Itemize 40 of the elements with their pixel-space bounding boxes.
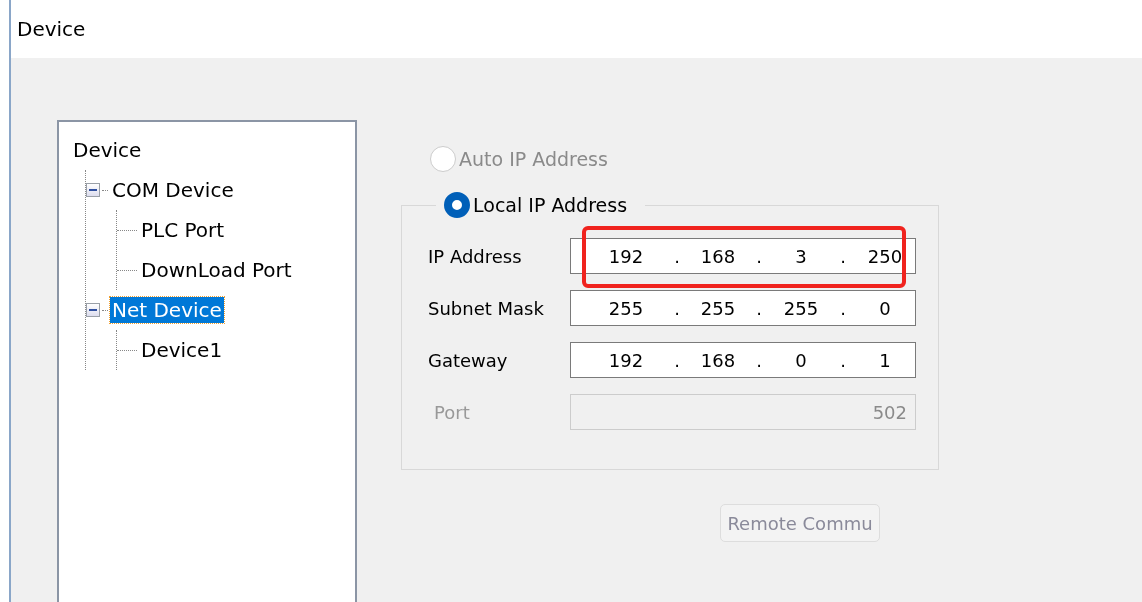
tree-item[interactable]: Net Device bbox=[110, 297, 224, 323]
separator: . bbox=[673, 245, 681, 267]
tree-item[interactable]: Device1 bbox=[139, 337, 225, 363]
octet: 0 bbox=[878, 297, 892, 319]
tree-item[interactable]: PLC Port bbox=[139, 217, 227, 243]
collapse-icon[interactable] bbox=[86, 183, 100, 197]
octet: 255 bbox=[607, 297, 645, 319]
ip-address-field[interactable]: 192 . 168 . 0 . 1 bbox=[570, 342, 916, 378]
octet: 192 bbox=[607, 245, 645, 267]
octet: 255 bbox=[699, 297, 737, 319]
separator: . bbox=[755, 349, 763, 371]
radio-label: Auto IP Address bbox=[459, 148, 608, 170]
window-title: Device bbox=[17, 17, 86, 41]
ip-address-field[interactable]: 255 . 255 . 255 . 0 bbox=[570, 290, 916, 326]
octet: 250 bbox=[866, 245, 904, 267]
separator: . bbox=[755, 245, 763, 267]
field-label: Port bbox=[433, 401, 471, 423]
separator: . bbox=[839, 245, 847, 267]
field-label: Gateway bbox=[428, 349, 509, 371]
separator: . bbox=[673, 297, 681, 319]
separator: . bbox=[839, 349, 847, 371]
octet: 168 bbox=[699, 245, 737, 267]
tree-item[interactable]: DownLoad Port bbox=[139, 257, 294, 283]
octet: 168 bbox=[699, 349, 737, 371]
tree-item[interactable]: Device bbox=[71, 137, 144, 163]
octet: 192 bbox=[607, 349, 645, 371]
octet: 0 bbox=[794, 349, 808, 371]
separator: . bbox=[839, 297, 847, 319]
tree-item[interactable]: COM Device bbox=[110, 177, 236, 203]
separator: . bbox=[673, 349, 681, 371]
field-label: IP Address bbox=[428, 245, 523, 267]
collapse-icon[interactable] bbox=[86, 303, 100, 317]
field-label: Subnet Mask bbox=[428, 297, 545, 319]
octet: 255 bbox=[782, 297, 820, 319]
radio-label: Local IP Address bbox=[473, 194, 628, 216]
separator: . bbox=[755, 297, 763, 319]
ip-address-field[interactable]: 192 . 168 . 3 . 250 bbox=[570, 238, 916, 274]
octet: 3 bbox=[794, 245, 808, 267]
octet: 1 bbox=[878, 349, 892, 371]
radio-button[interactable] bbox=[444, 192, 470, 218]
